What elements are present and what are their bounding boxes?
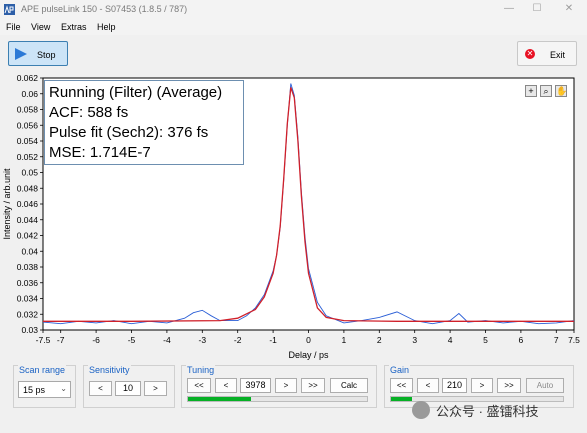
y-tick-label: 0.062 bbox=[17, 73, 39, 83]
y-tick-label: 0.034 bbox=[17, 294, 39, 304]
x-tick-label: 5 bbox=[483, 335, 488, 345]
y-tick-label: 0.046 bbox=[17, 199, 39, 209]
run-status: Running (Filter) (Average) bbox=[49, 84, 223, 101]
tuning-back-button[interactable]: < bbox=[215, 378, 237, 393]
close-window-button[interactable]: ✕ bbox=[555, 2, 583, 16]
exit-icon: ✕ bbox=[525, 49, 535, 59]
gain-progress-fill bbox=[391, 397, 412, 401]
x-tick-label: 2 bbox=[377, 335, 382, 345]
stop-label: Stop bbox=[37, 50, 56, 60]
app-logo-icon bbox=[4, 4, 15, 15]
y-tick-label: 0.056 bbox=[17, 120, 39, 130]
exit-label: Exit bbox=[550, 50, 566, 60]
chevron-down-icon: ⌄ bbox=[60, 384, 67, 393]
x-tick-label: 7 bbox=[554, 335, 559, 345]
tuning-forward-button[interactable]: > bbox=[275, 378, 297, 393]
status-readout-box: Running (Filter) (Average) ACF: 588 fs P… bbox=[44, 80, 244, 165]
sensitivity-field[interactable]: 10 bbox=[115, 381, 141, 396]
y-tick-label: 0.032 bbox=[17, 309, 39, 319]
scan-range-title: Scan range bbox=[18, 365, 67, 375]
x-tick-label: 6 bbox=[519, 335, 524, 345]
y-tick-label: 0.044 bbox=[17, 215, 39, 225]
tuning-fast-forward-button[interactable]: >> bbox=[301, 378, 325, 393]
tuning-progress-bar bbox=[187, 396, 368, 402]
mse-value: MSE: 1.714E-7 bbox=[49, 144, 151, 161]
menu-bar: File View Extras Help bbox=[0, 19, 587, 35]
x-axis-label: Delay / ps bbox=[288, 350, 329, 360]
sensitivity-group: Sensitivity < 10 > bbox=[83, 365, 175, 408]
scan-range-value: 15 ps bbox=[23, 385, 46, 395]
y-tick-label: 0.05 bbox=[21, 168, 38, 178]
x-tick-label: -4 bbox=[163, 335, 171, 345]
y-tick-label: 0.04 bbox=[21, 246, 38, 256]
x-tick-label: -7 bbox=[57, 335, 65, 345]
auto-gain-button[interactable]: Auto bbox=[526, 378, 564, 393]
scan-range-group: Scan range 15 ps ⌄ bbox=[13, 365, 76, 408]
menu-file[interactable]: File bbox=[6, 22, 21, 32]
tuning-progress-fill bbox=[188, 397, 251, 401]
scan-range-select[interactable]: 15 ps ⌄ bbox=[18, 381, 71, 398]
tuning-fast-back-button[interactable]: << bbox=[187, 378, 211, 393]
tuning-field[interactable]: 3978 bbox=[240, 378, 271, 393]
minimize-button[interactable]: — bbox=[495, 2, 523, 16]
x-tick-label: 4 bbox=[448, 335, 453, 345]
plot-tools: + ⌕ ✋ bbox=[525, 85, 569, 97]
stop-button[interactable]: Stop bbox=[8, 41, 68, 66]
x-tick-label: -1 bbox=[269, 335, 277, 345]
title-bar: APE pulseLink 150 - S07453 (1.8.5 / 787)… bbox=[0, 0, 587, 19]
x-tick-label: -2 bbox=[234, 335, 242, 345]
gain-title: Gain bbox=[389, 365, 411, 375]
pulse-fit-value: Pulse fit (Sech2): 376 fs bbox=[49, 124, 209, 141]
tuning-group: Tuning << < 3978 > >> Calc bbox=[181, 365, 377, 408]
sensitivity-decrease-button[interactable]: < bbox=[89, 381, 112, 396]
y-tick-label: 0.03 bbox=[21, 325, 38, 335]
y-tick-label: 0.054 bbox=[17, 136, 39, 146]
crosshair-tool-icon[interactable]: + bbox=[525, 85, 537, 97]
exit-button[interactable]: ✕ Exit bbox=[517, 41, 577, 66]
watermark-text: 公众号 · 盛镭科技 bbox=[436, 403, 539, 419]
menu-view[interactable]: View bbox=[31, 22, 50, 32]
y-tick-label: 0.058 bbox=[17, 105, 39, 115]
y-tick-label: 0.036 bbox=[17, 278, 39, 288]
gain-field[interactable]: 210 bbox=[442, 378, 467, 393]
sensitivity-title: Sensitivity bbox=[88, 365, 131, 375]
tuning-title: Tuning bbox=[186, 365, 216, 375]
pan-tool-icon[interactable]: ✋ bbox=[555, 85, 567, 97]
gain-fast-forward-button[interactable]: >> bbox=[497, 378, 521, 393]
sensitivity-increase-button[interactable]: > bbox=[144, 381, 167, 396]
zoom-tool-icon[interactable]: ⌕ bbox=[540, 85, 552, 97]
toolbar: Stop ✕ Exit bbox=[0, 35, 587, 73]
menu-help[interactable]: Help bbox=[97, 22, 116, 32]
x-tick-label: 1 bbox=[342, 335, 347, 345]
y-tick-label: 0.048 bbox=[17, 183, 39, 193]
y-tick-label: 0.052 bbox=[17, 152, 39, 162]
x-tick-label: -7.5 bbox=[36, 335, 51, 345]
menu-extras[interactable]: Extras bbox=[61, 22, 87, 32]
maximize-button[interactable]: ☐ bbox=[523, 2, 551, 16]
x-tick-label: -5 bbox=[128, 335, 136, 345]
wechat-logo-icon bbox=[412, 401, 430, 419]
watermark: 公众号 · 盛镭科技 bbox=[412, 399, 539, 421]
x-tick-label: 7.5 bbox=[568, 335, 580, 345]
x-tick-label: 3 bbox=[412, 335, 417, 345]
gain-fast-back-button[interactable]: << bbox=[390, 378, 413, 393]
play-arrow-icon bbox=[15, 48, 27, 60]
y-axis-label: Intensity / arb.unit bbox=[2, 168, 12, 240]
x-tick-label: -3 bbox=[199, 335, 207, 345]
y-tick-label: 0.042 bbox=[17, 231, 39, 241]
calc-button[interactable]: Calc bbox=[330, 378, 368, 393]
x-tick-label: -6 bbox=[92, 335, 100, 345]
acf-value: ACF: 588 fs bbox=[49, 104, 129, 121]
y-tick-label: 0.038 bbox=[17, 262, 39, 272]
window-title: APE pulseLink 150 - S07453 (1.8.5 / 787) bbox=[21, 4, 188, 14]
gain-back-button[interactable]: < bbox=[417, 378, 439, 393]
y-tick-label: 0.06 bbox=[21, 89, 38, 99]
x-tick-label: 0 bbox=[306, 335, 311, 345]
gain-forward-button[interactable]: > bbox=[471, 378, 493, 393]
